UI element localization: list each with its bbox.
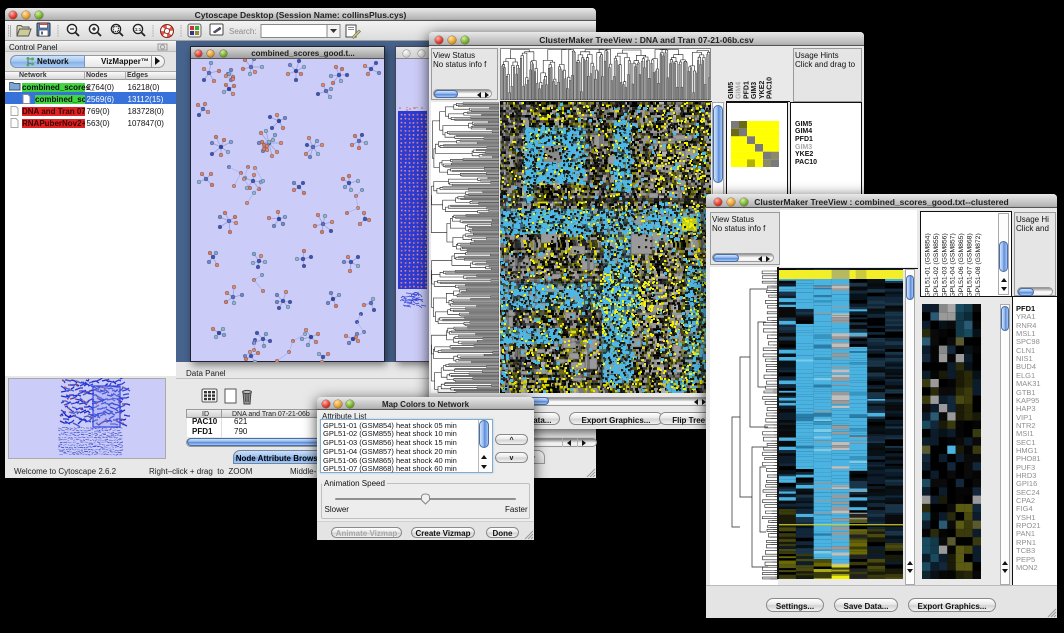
- svg-text:1:1: 1:1: [135, 27, 142, 32]
- svg-text:GPL51-07 (GSM868): GPL51-07 (GSM868): [967, 233, 974, 297]
- svg-text:PFD1: PFD1: [743, 81, 750, 99]
- svg-text:GPL51-06 (GSM865): GPL51-06 (GSM865): [958, 233, 965, 297]
- svg-text:YKE2: YKE2: [759, 81, 766, 99]
- svg-text:GPL51-01 (GSM854): GPL51-01 (GSM854): [925, 233, 932, 297]
- svg-text:GPL51-02 (GSM855): GPL51-02 (GSM855): [933, 233, 940, 297]
- svg-text:GIM5: GIM5: [728, 82, 735, 99]
- svg-text:GIM4: GIM4: [736, 82, 743, 99]
- svg-text:GPL51-08 (GSM872): GPL51-08 (GSM872): [975, 233, 982, 297]
- svg-text:PAC10: PAC10: [767, 77, 774, 99]
- svg-text:Search:: Search:: [229, 27, 257, 36]
- svg-text:GIM3: GIM3: [751, 82, 758, 99]
- svg-text:GPL51-03 (GSM856): GPL51-03 (GSM856): [941, 233, 948, 297]
- svg-text:GPL51-04 (GSM857): GPL51-04 (GSM857): [950, 233, 957, 297]
